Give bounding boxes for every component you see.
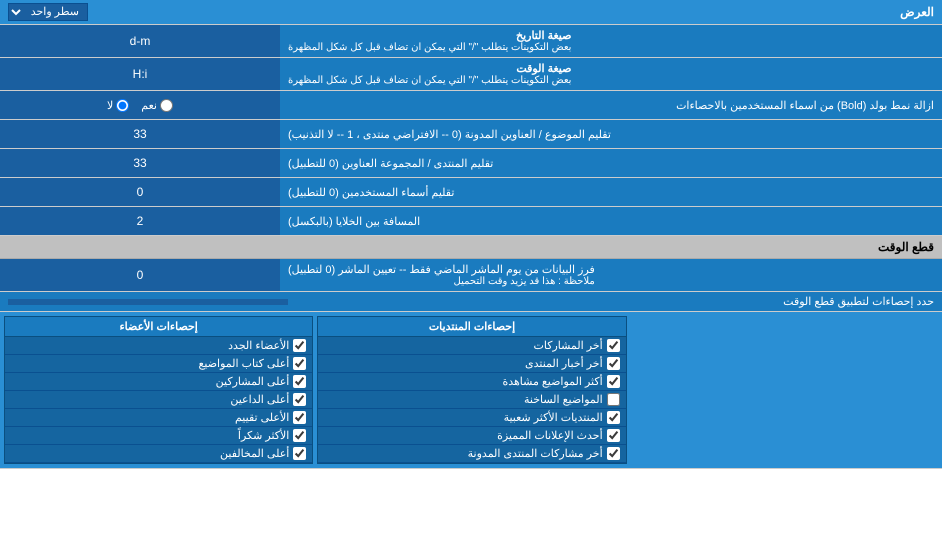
- date-format-input[interactable]: [6, 34, 274, 48]
- stats-item-top-rated: الأعلى تقييم: [5, 409, 312, 427]
- stats-item-latest-forum-posts: أخر مشاركات المنتدى المدونة: [318, 445, 625, 463]
- cell-spacing-row: المسافة بين الخلايا (بالبكسل): [0, 207, 942, 236]
- stats-label-most-viewed: أكثر المواضيع مشاهدة: [502, 375, 602, 388]
- time-format-input-container: [0, 58, 280, 90]
- cell-spacing-input-container: [0, 207, 280, 235]
- time-format-row: صيغة الوقت بعض التكوينات يتطلب "/" التي …: [0, 58, 942, 91]
- stats-label-latest-news: أخر أخبار المنتدى: [525, 357, 603, 370]
- stats-checkbox-most-thanked[interactable]: [293, 429, 306, 442]
- time-format-label-line2: بعض التكوينات يتطلب "/" التي يمكن ان تضا…: [288, 75, 571, 86]
- stats-label-latest-posts: أخر المشاركات: [534, 339, 603, 352]
- stats-item-top-posters: أعلى المشاركين: [5, 373, 312, 391]
- users-display-input[interactable]: [6, 185, 274, 199]
- stats-checkbox-hot-topics[interactable]: [607, 393, 620, 406]
- stats-grid-container: إحصاءات المنتديات أخر المشاركات أخر أخبا…: [0, 312, 942, 469]
- date-format-input-container: [0, 25, 280, 57]
- stats-label-most-thanked: الأكثر شكراً: [238, 429, 289, 442]
- cutoff-label-line1: فرز البيانات من يوم الماشر الماضي فقط --…: [288, 263, 595, 276]
- bold-remove-row: ازالة نمط بولد (Bold) من اسماء المستخدمي…: [0, 91, 942, 120]
- time-format-label: صيغة الوقت بعض التكوينات يتطلب "/" التي …: [280, 58, 942, 90]
- time-format-label-line1: صيغة الوقت: [288, 62, 571, 75]
- forum-per-page-label: تقليم المنتدى / المجموعة العناوين (0 للت…: [280, 149, 942, 177]
- topics-per-page-input[interactable]: [6, 127, 274, 141]
- stats-item-latest-news: أخر أخبار المنتدى: [318, 355, 625, 373]
- main-container: العرض سطر واحد سطرين ثلاثة أسطر صيغة الت…: [0, 0, 942, 469]
- header-row: العرض سطر واحد سطرين ثلاثة أسطر: [0, 0, 942, 25]
- stats-item-top-inviters: أعلى الداعين: [5, 391, 312, 409]
- stats-label-new-members: الأعضاء الجدد: [228, 339, 289, 352]
- bold-remove-no-radio[interactable]: [116, 99, 129, 112]
- cutoff-section-title: قطع الوقت: [0, 236, 942, 259]
- date-format-label-line2: بعض التكوينات يتطلب "/" التي يمكن ان تضا…: [288, 42, 571, 53]
- header-title: العرض: [900, 5, 934, 19]
- stats-item-new-members: الأعضاء الجدد: [5, 337, 312, 355]
- topics-per-page-label: تقليم الموضوع / العناوين المدونة (0 -- ا…: [280, 120, 942, 148]
- bold-remove-radio-container: نعم لا: [0, 91, 280, 119]
- cell-spacing-label: المسافة بين الخلايا (بالبكسل): [280, 207, 942, 235]
- stats-label-top-violators: أعلى المخالفين: [220, 447, 289, 460]
- stats-input-area: [8, 299, 288, 305]
- stats-col-members: إحصاءات الأعضاء الأعضاء الجدد أعلى كتاب …: [4, 316, 313, 464]
- stats-checkbox-new-members[interactable]: [293, 339, 306, 352]
- date-format-label-line1: صيغة التاريخ: [288, 29, 571, 42]
- stats-checkbox-latest-announcements[interactable]: [607, 429, 620, 442]
- stats-checkbox-latest-news[interactable]: [607, 357, 620, 370]
- cutoff-input-container: [0, 259, 280, 291]
- stats-checkbox-top-writers[interactable]: [293, 357, 306, 370]
- stats-label-latest-announcements: أحدث الإعلانات المميزة: [497, 429, 603, 442]
- users-display-row: تقليم أسماء المستخدمين (0 للتطبيل): [0, 178, 942, 207]
- stats-col-members-title: إحصاءات الأعضاء: [5, 317, 312, 337]
- cutoff-label-line2: ملاحظة : هذا قد يزيد وقت التحميل: [288, 276, 595, 287]
- stats-label-top-writers: أعلى كتاب المواضيع: [199, 357, 290, 370]
- stats-checkbox-latest-forum-posts[interactable]: [607, 447, 620, 460]
- stats-item-popular-forums: المنتديات الأكثر شعبية: [318, 409, 625, 427]
- stats-item-most-viewed: أكثر المواضيع مشاهدة: [318, 373, 625, 391]
- date-format-row: صيغة التاريخ بعض التكوينات يتطلب "/" الت…: [0, 25, 942, 58]
- cell-spacing-input[interactable]: [6, 214, 274, 228]
- stats-item-most-thanked: الأكثر شكراً: [5, 427, 312, 445]
- cutoff-label: فرز البيانات من يوم الماشر الماضي فقط --…: [280, 259, 942, 291]
- stats-label-latest-forum-posts: أخر مشاركات المنتدى المدونة: [468, 447, 603, 460]
- stats-spacer-col: [631, 316, 938, 464]
- stats-label-top-rated: الأعلى تقييم: [235, 411, 289, 424]
- stats-checkbox-top-inviters[interactable]: [293, 393, 306, 406]
- stats-item-top-writers: أعلى كتاب المواضيع: [5, 355, 312, 373]
- stats-item-latest-announcements: أحدث الإعلانات المميزة: [318, 427, 625, 445]
- time-format-input[interactable]: [6, 67, 274, 81]
- users-display-input-container: [0, 178, 280, 206]
- stats-checkbox-most-viewed[interactable]: [607, 375, 620, 388]
- topics-per-page-row: تقليم الموضوع / العناوين المدونة (0 -- ا…: [0, 120, 942, 149]
- stats-item-top-violators: أعلى المخالفين: [5, 445, 312, 463]
- date-format-label: صيغة التاريخ بعض التكوينات يتطلب "/" الت…: [280, 25, 942, 57]
- display-mode-select[interactable]: سطر واحد سطرين ثلاثة أسطر: [8, 3, 88, 21]
- stats-label-top-posters: أعلى المشاركين: [216, 375, 290, 388]
- stats-header-row: حدد إحصاءات لتطبيق قطع الوقت: [0, 292, 942, 312]
- stats-grid: إحصاءات المنتديات أخر المشاركات أخر أخبا…: [4, 316, 938, 464]
- stats-checkbox-latest-posts[interactable]: [607, 339, 620, 352]
- stats-label-hot-topics: المواضيع الساخنة: [524, 393, 603, 406]
- stats-col-forums: إحصاءات المنتديات أخر المشاركات أخر أخبا…: [317, 316, 626, 464]
- bold-remove-yes-radio[interactable]: [160, 99, 173, 112]
- bold-remove-label: ازالة نمط بولد (Bold) من اسماء المستخدمي…: [280, 95, 942, 116]
- stats-label-popular-forums: المنتديات الأكثر شعبية: [504, 411, 603, 424]
- bold-remove-no-label[interactable]: لا: [107, 99, 129, 112]
- topics-per-page-input-container: [0, 120, 280, 148]
- stats-label-top-inviters: أعلى الداعين: [230, 393, 289, 406]
- cutoff-row: فرز البيانات من يوم الماشر الماضي فقط --…: [0, 259, 942, 292]
- stats-item-hot-topics: المواضيع الساخنة: [318, 391, 625, 409]
- bold-remove-yes-label[interactable]: نعم: [141, 99, 173, 112]
- stats-item-latest-posts: أخر المشاركات: [318, 337, 625, 355]
- stats-checkbox-top-posters[interactable]: [293, 375, 306, 388]
- stats-header-label: حدد إحصاءات لتطبيق قطع الوقت: [288, 295, 934, 308]
- stats-checkbox-popular-forums[interactable]: [607, 411, 620, 424]
- stats-checkbox-top-violators[interactable]: [293, 447, 306, 460]
- forum-per-page-row: تقليم المنتدى / المجموعة العناوين (0 للت…: [0, 149, 942, 178]
- forum-per-page-input-container: [0, 149, 280, 177]
- cutoff-input[interactable]: [6, 268, 274, 282]
- stats-col-forums-title: إحصاءات المنتديات: [318, 317, 625, 337]
- forum-per-page-input[interactable]: [6, 156, 274, 170]
- users-display-label: تقليم أسماء المستخدمين (0 للتطبيل): [280, 178, 942, 206]
- stats-checkbox-top-rated[interactable]: [293, 411, 306, 424]
